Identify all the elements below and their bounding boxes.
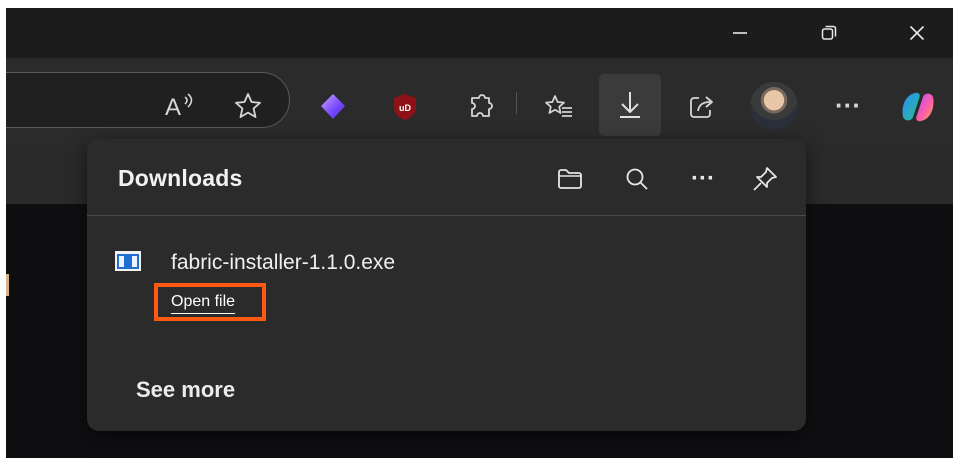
downloads-panel-title: Downloads xyxy=(118,165,243,191)
favorite-star-icon[interactable] xyxy=(230,88,266,124)
copilot-designer-extension-icon[interactable] xyxy=(314,88,352,126)
minimize-icon[interactable] xyxy=(717,8,763,58)
open-folder-icon[interactable] xyxy=(552,161,588,197)
title-bar xyxy=(6,8,953,58)
ublock-origin-extension-icon[interactable]: uD xyxy=(386,88,424,126)
panel-more-options-icon[interactable]: ··· xyxy=(685,161,721,197)
page-text-fragment xyxy=(6,274,9,296)
extensions-puzzle-icon[interactable] xyxy=(462,88,500,126)
download-file-name: fabric-installer-1.1.0.exe xyxy=(171,251,396,274)
highlight-box xyxy=(154,283,266,321)
restore-icon[interactable] xyxy=(806,8,852,58)
panel-divider xyxy=(87,215,806,216)
favorites-list-icon[interactable] xyxy=(540,88,578,126)
read-aloud-icon[interactable]: A xyxy=(162,88,198,124)
downloads-icon xyxy=(611,86,649,124)
browser-window: A uD ··· Downloads ··· fabric-installer-… xyxy=(6,8,953,458)
more-options-icon[interactable]: ··· xyxy=(826,86,870,124)
share-icon[interactable] xyxy=(683,88,721,126)
ublock-label: uD xyxy=(399,103,411,113)
toolbar-separator xyxy=(516,92,517,114)
see-more-link[interactable]: See more xyxy=(136,377,235,403)
profile-avatar[interactable] xyxy=(750,82,798,130)
read-aloud-letter: A xyxy=(165,94,181,121)
downloads-panel: Downloads ··· fabric-installer-1.1.0.exe… xyxy=(87,139,806,431)
search-icon[interactable] xyxy=(619,161,655,197)
copilot-icon[interactable] xyxy=(895,84,941,130)
browser-toolbar: A uD ··· xyxy=(6,58,953,144)
close-icon[interactable] xyxy=(894,8,940,58)
pin-icon[interactable] xyxy=(747,161,783,197)
exe-file-icon xyxy=(115,251,141,271)
downloads-button[interactable] xyxy=(599,74,661,136)
